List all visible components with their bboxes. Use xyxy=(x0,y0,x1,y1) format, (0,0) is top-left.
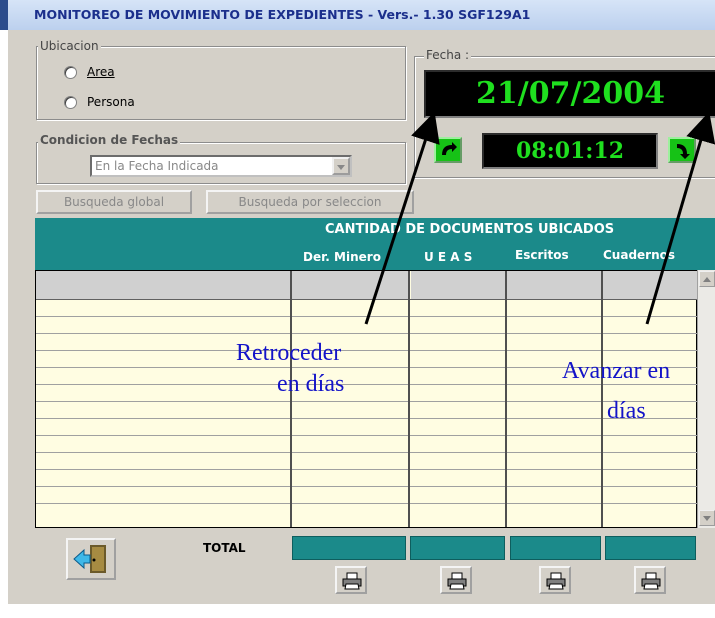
arrow-to-previous-day xyxy=(364,111,440,325)
annotation-retroceder-line2: en días xyxy=(277,371,345,397)
annotation-avanzar-line1: Avanzar en xyxy=(562,358,671,384)
annotation-avanzar-line2: días xyxy=(607,398,646,424)
annotation-arrows xyxy=(364,111,715,325)
app-window: MONITOREO DE MOVIMIENTO DE EXPEDIENTES -… xyxy=(0,0,715,618)
annotation-retroceder-line1: Retroceder xyxy=(236,340,342,366)
arrow-to-next-day xyxy=(645,111,715,325)
